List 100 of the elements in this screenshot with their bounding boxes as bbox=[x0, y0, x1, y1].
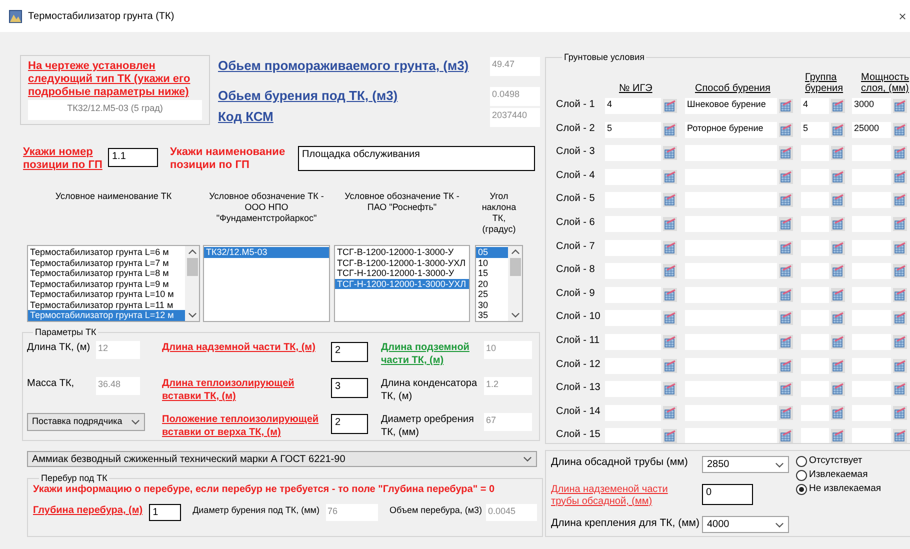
table-edit-icon[interactable] bbox=[831, 382, 845, 396]
list-item[interactable]: Термостабилизатор грунта L=10 м bbox=[28, 289, 185, 300]
scroll-thumb[interactable] bbox=[186, 258, 198, 276]
table-edit-icon[interactable] bbox=[831, 170, 845, 184]
input-field[interactable] bbox=[605, 428, 661, 443]
table-edit-icon[interactable] bbox=[779, 334, 793, 349]
table-edit-icon[interactable] bbox=[779, 216, 793, 231]
table-edit-icon[interactable] bbox=[779, 146, 793, 160]
list-item[interactable]: Термостабилизатор грунта L=7 м bbox=[28, 258, 185, 268]
list-item[interactable]: 20 bbox=[476, 278, 508, 289]
list-item[interactable]: ТСГ-В-1200-12000-1-3000-У bbox=[335, 247, 469, 258]
table-edit-icon[interactable] bbox=[663, 288, 677, 302]
input-field[interactable]: 1 bbox=[148, 504, 181, 521]
radio-button[interactable] bbox=[796, 484, 807, 494]
input-field[interactable] bbox=[685, 428, 777, 443]
list-item[interactable]: 25 bbox=[476, 289, 508, 300]
table-edit-icon[interactable] bbox=[663, 429, 677, 443]
table-edit-icon[interactable] bbox=[893, 358, 907, 373]
table-edit-icon[interactable] bbox=[831, 264, 845, 278]
list-item[interactable]: ТК32/12.М5-03 bbox=[204, 247, 329, 258]
table-edit-icon[interactable] bbox=[779, 288, 793, 302]
input-field[interactable]: 1.1 bbox=[108, 148, 158, 167]
table-edit-icon[interactable] bbox=[663, 170, 677, 184]
table-edit-icon[interactable] bbox=[893, 99, 907, 113]
scrollbar[interactable] bbox=[508, 246, 522, 321]
table-edit-icon[interactable] bbox=[893, 382, 907, 396]
table-edit-icon[interactable] bbox=[893, 429, 907, 443]
table-edit-icon[interactable] bbox=[831, 146, 845, 160]
table-edit-icon[interactable] bbox=[893, 216, 907, 231]
field-link[interactable]: Положение теплоизолирующей вставки от верха ТК, (м) bbox=[162, 413, 331, 439]
input-field[interactable]: Роторное бурение bbox=[685, 122, 777, 138]
table-edit-icon[interactable] bbox=[663, 334, 677, 349]
list-item[interactable]: ТСГ-Н-1200-12000-1-3000-У bbox=[335, 268, 469, 278]
field-link[interactable]: Длина теплоизолирующей вставки ТК, (м) bbox=[162, 377, 331, 403]
field-link[interactable]: Длина надземеной части трубы обсадной, (мм) bbox=[551, 484, 671, 510]
radio-button[interactable] bbox=[796, 456, 807, 466]
table-edit-icon[interactable] bbox=[779, 193, 793, 208]
drawing-link[interactable]: На чертеже установлен следующий тип ТК (укажи его подробные параметры ниже) bbox=[28, 60, 202, 99]
list-item[interactable]: ТСГ-В-1200-12000-1-3000-УХЛ bbox=[335, 258, 469, 268]
table-edit-icon[interactable] bbox=[779, 311, 793, 326]
scroll-thumb[interactable] bbox=[510, 258, 520, 276]
table-edit-icon[interactable] bbox=[893, 311, 907, 326]
table-edit-icon[interactable] bbox=[663, 99, 677, 113]
table-edit-icon[interactable] bbox=[831, 240, 845, 255]
table-edit-icon[interactable] bbox=[831, 122, 845, 137]
radio-button[interactable] bbox=[796, 470, 807, 480]
table-edit-icon[interactable] bbox=[831, 99, 845, 113]
table-edit-icon[interactable] bbox=[831, 334, 845, 349]
input-field[interactable]: 25000 bbox=[852, 122, 891, 138]
list-item[interactable]: 30 bbox=[476, 300, 508, 310]
table-edit-icon[interactable] bbox=[779, 264, 793, 278]
field-link[interactable]: Длина надземной части ТК, (м) bbox=[162, 341, 331, 354]
table-edit-icon[interactable] bbox=[779, 170, 793, 184]
dropdown[interactable]: 2850 bbox=[702, 456, 789, 473]
table-edit-icon[interactable] bbox=[893, 240, 907, 255]
table-edit-icon[interactable] bbox=[779, 99, 793, 113]
list-item[interactable]: Термостабилизатор грунта L=12 м bbox=[28, 310, 185, 320]
table-edit-icon[interactable] bbox=[663, 122, 677, 137]
input-field[interactable]: 2 bbox=[331, 342, 368, 362]
table-edit-icon[interactable] bbox=[663, 193, 677, 208]
list-item[interactable]: 35 bbox=[476, 310, 508, 320]
table-edit-icon[interactable] bbox=[663, 240, 677, 255]
table-edit-icon[interactable] bbox=[893, 193, 907, 208]
input-field[interactable]: 3 bbox=[331, 378, 368, 398]
table-edit-icon[interactable] bbox=[893, 264, 907, 278]
summary-link[interactable]: Обьем бурения под ТК, (м3) bbox=[218, 87, 490, 104]
table-edit-icon[interactable] bbox=[779, 122, 793, 137]
table-edit-icon[interactable] bbox=[831, 429, 845, 443]
table-edit-icon[interactable] bbox=[779, 382, 793, 396]
table-edit-icon[interactable] bbox=[831, 406, 845, 420]
table-edit-icon[interactable] bbox=[893, 170, 907, 184]
list-item[interactable]: 05 bbox=[476, 247, 508, 258]
table-edit-icon[interactable] bbox=[893, 334, 907, 349]
summary-link[interactable]: Код КСМ bbox=[218, 108, 490, 125]
input-field[interactable]: 0 bbox=[702, 484, 753, 505]
input-field[interactable]: 4 bbox=[605, 98, 661, 114]
list-item[interactable]: Термостабилизатор грунта L=8 м bbox=[28, 268, 185, 278]
input-field[interactable]: Площадка обслуживания bbox=[298, 146, 535, 171]
table-edit-icon[interactable] bbox=[893, 122, 907, 137]
table-edit-icon[interactable] bbox=[831, 288, 845, 302]
table-edit-icon[interactable] bbox=[831, 311, 845, 326]
table-edit-icon[interactable] bbox=[663, 406, 677, 420]
field-link[interactable]: Глубина перебура, (м) bbox=[33, 504, 143, 517]
input-field[interactable]: Шнековое бурение bbox=[685, 98, 777, 114]
table-edit-icon[interactable] bbox=[663, 382, 677, 396]
input-field[interactable]: 5 bbox=[801, 122, 829, 138]
list-item[interactable]: Термостабилизатор грунта L=11 м bbox=[28, 300, 185, 310]
list-item[interactable]: Термостабилизатор грунта L=9 м bbox=[28, 278, 185, 289]
input-field[interactable]: 5 bbox=[605, 122, 661, 138]
table-edit-icon[interactable] bbox=[893, 146, 907, 160]
table-edit-icon[interactable] bbox=[663, 311, 677, 326]
scrollbar[interactable] bbox=[185, 246, 199, 321]
table-edit-icon[interactable] bbox=[779, 406, 793, 420]
table-edit-icon[interactable] bbox=[831, 216, 845, 231]
list-item[interactable]: ТСГ-Н-1200-12000-1-3000-УХЛ bbox=[335, 278, 469, 289]
table-edit-icon[interactable] bbox=[893, 406, 907, 420]
list-item[interactable]: 10 bbox=[476, 258, 508, 268]
table-edit-icon[interactable] bbox=[893, 288, 907, 302]
table-edit-icon[interactable] bbox=[663, 358, 677, 373]
input-field[interactable]: 3000 bbox=[852, 98, 891, 114]
